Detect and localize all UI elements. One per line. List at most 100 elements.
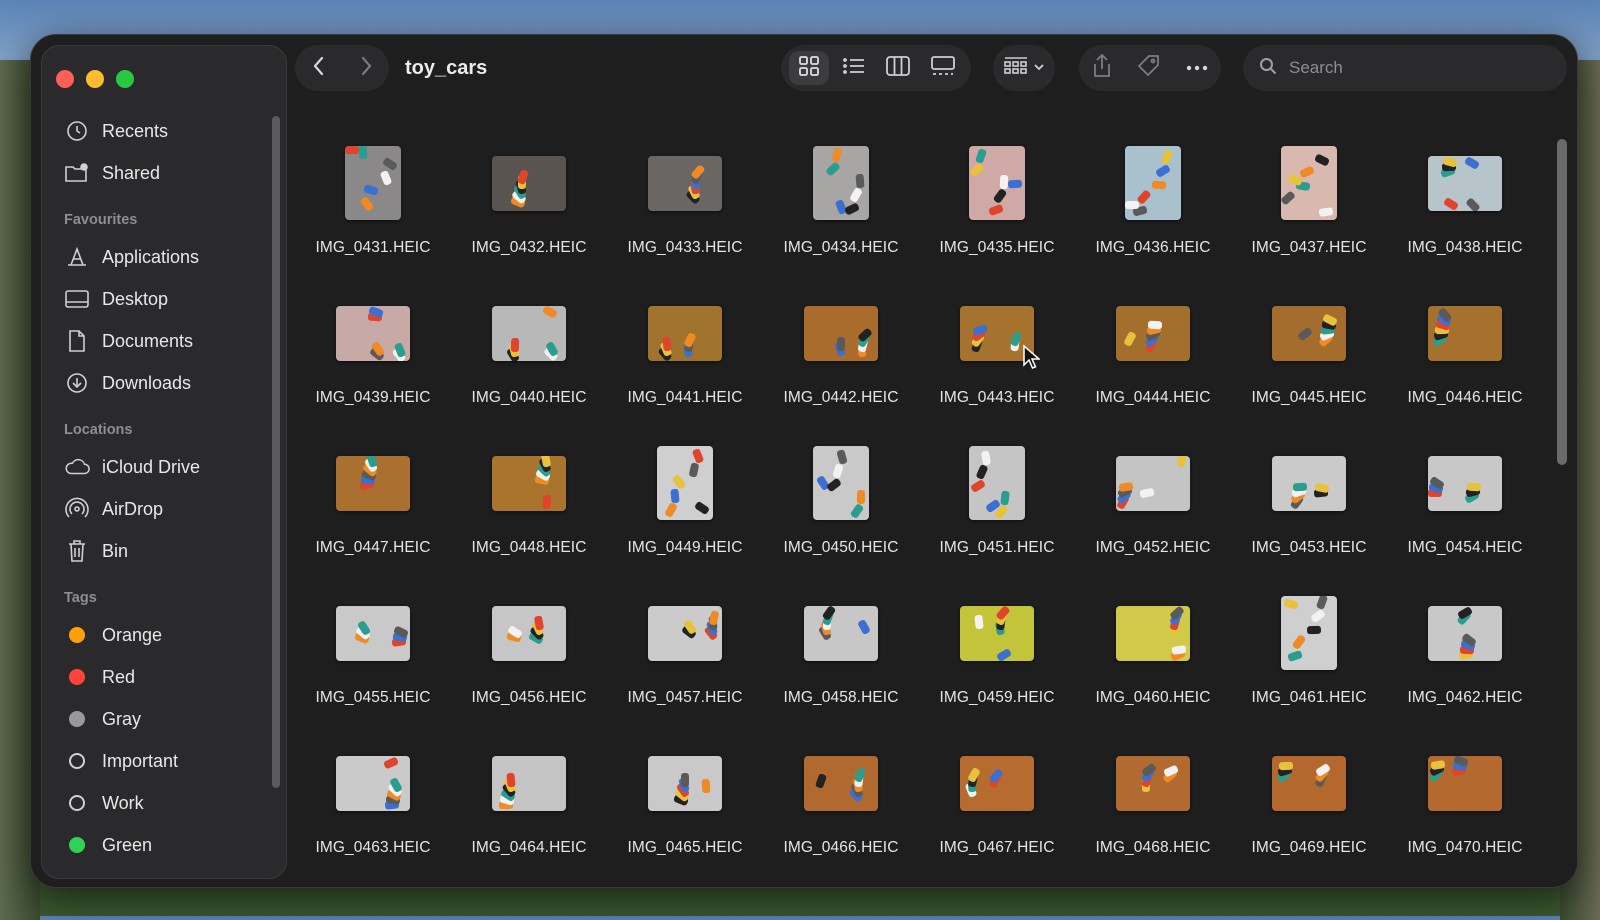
- zoom-window-button[interactable]: [116, 70, 134, 88]
- group-by-button[interactable]: [993, 45, 1055, 91]
- sidebar-item-airdrop[interactable]: AirDrop: [64, 488, 264, 530]
- search-field[interactable]: [1243, 45, 1567, 91]
- tag-icon[interactable]: [1136, 53, 1162, 84]
- file-item[interactable]: IMG_0431.HEIC: [295, 125, 451, 275]
- list-view-button[interactable]: [834, 51, 874, 85]
- file-item[interactable]: IMG_0432.HEIC: [451, 125, 607, 275]
- sidebar-tag-work[interactable]: Work: [64, 782, 264, 824]
- image-thumbnail[interactable]: [492, 755, 566, 811]
- sidebar-tag-green[interactable]: Green: [64, 824, 264, 866]
- more-icon[interactable]: [1185, 59, 1209, 77]
- file-item[interactable]: IMG_0441.HEIC: [607, 275, 763, 425]
- sidebar-item-recents[interactable]: Recents: [64, 110, 264, 152]
- sidebar-item-desktop[interactable]: Desktop: [64, 278, 264, 320]
- file-item[interactable]: IMG_0439.HEIC: [295, 275, 451, 425]
- file-item[interactable]: IMG_0463.HEIC: [295, 725, 451, 875]
- file-item[interactable]: IMG_0469.HEIC: [1231, 725, 1387, 875]
- image-thumbnail[interactable]: [813, 446, 869, 520]
- file-item[interactable]: IMG_0434.HEIC: [763, 125, 919, 275]
- file-item[interactable]: IMG_0456.HEIC: [451, 575, 607, 725]
- file-item[interactable]: IMG_0433.HEIC: [607, 125, 763, 275]
- file-item[interactable]: IMG_0467.HEIC: [919, 725, 1075, 875]
- file-item[interactable]: IMG_0440.HEIC: [451, 275, 607, 425]
- image-thumbnail[interactable]: [657, 446, 713, 520]
- file-item[interactable]: IMG_0438.HEIC: [1387, 125, 1543, 275]
- file-item[interactable]: IMG_0444.HEIC: [1075, 275, 1231, 425]
- icon-view-button[interactable]: [789, 51, 830, 85]
- file-item[interactable]: IMG_0452.HEIC: [1075, 425, 1231, 575]
- file-item[interactable]: IMG_0450.HEIC: [763, 425, 919, 575]
- sidebar-item-downloads[interactable]: Downloads: [64, 362, 264, 404]
- image-thumbnail[interactable]: [1116, 605, 1190, 661]
- image-thumbnail[interactable]: [345, 146, 401, 220]
- image-thumbnail[interactable]: [1428, 755, 1502, 811]
- sidebar-item-icloud-drive[interactable]: iCloud Drive: [64, 446, 264, 488]
- image-thumbnail[interactable]: [1281, 146, 1337, 220]
- file-item[interactable]: IMG_0465.HEIC: [607, 725, 763, 875]
- file-item[interactable]: IMG_0453.HEIC: [1231, 425, 1387, 575]
- file-item[interactable]: IMG_0461.HEIC: [1231, 575, 1387, 725]
- file-item[interactable]: IMG_0448.HEIC: [451, 425, 607, 575]
- file-item[interactable]: IMG_0462.HEIC: [1387, 575, 1543, 725]
- sidebar-item-documents[interactable]: Documents: [64, 320, 264, 362]
- file-item[interactable]: IMG_0446.HEIC: [1387, 275, 1543, 425]
- share-icon[interactable]: [1091, 53, 1113, 84]
- image-thumbnail[interactable]: [492, 605, 566, 661]
- file-item[interactable]: IMG_0445.HEIC: [1231, 275, 1387, 425]
- file-item[interactable]: IMG_0455.HEIC: [295, 575, 451, 725]
- image-thumbnail[interactable]: [804, 755, 878, 811]
- file-item[interactable]: IMG_0458.HEIC: [763, 575, 919, 725]
- sidebar-tag-orange[interactable]: Orange: [64, 614, 264, 656]
- file-item[interactable]: IMG_0454.HEIC: [1387, 425, 1543, 575]
- sidebar-tag-red[interactable]: Red: [64, 656, 264, 698]
- image-thumbnail[interactable]: [1272, 455, 1346, 511]
- minimize-window-button[interactable]: [86, 70, 104, 88]
- sidebar-tag-gray[interactable]: Gray: [64, 698, 264, 740]
- sidebar-item-bin[interactable]: Bin: [64, 530, 264, 572]
- image-thumbnail[interactable]: [492, 455, 566, 511]
- image-thumbnail[interactable]: [960, 605, 1034, 661]
- image-thumbnail[interactable]: [1272, 305, 1346, 361]
- column-view-button[interactable]: [878, 51, 918, 85]
- file-item[interactable]: IMG_0449.HEIC: [607, 425, 763, 575]
- file-item[interactable]: IMG_0466.HEIC: [763, 725, 919, 875]
- main-scrollbar[interactable]: [1557, 139, 1567, 465]
- image-thumbnail[interactable]: [336, 305, 410, 361]
- sidebar-item-shared[interactable]: Shared: [64, 152, 264, 194]
- sidebar-item-applications[interactable]: Applications: [64, 236, 264, 278]
- image-thumbnail[interactable]: [969, 446, 1025, 520]
- file-item[interactable]: IMG_0442.HEIC: [763, 275, 919, 425]
- gallery-view-button[interactable]: [923, 51, 963, 85]
- image-thumbnail[interactable]: [960, 755, 1034, 811]
- image-thumbnail[interactable]: [1281, 596, 1337, 670]
- file-item[interactable]: IMG_0451.HEIC: [919, 425, 1075, 575]
- file-item[interactable]: IMG_0464.HEIC: [451, 725, 607, 875]
- file-item[interactable]: IMG_0468.HEIC: [1075, 725, 1231, 875]
- file-item[interactable]: IMG_0459.HEIC: [919, 575, 1075, 725]
- image-thumbnail[interactable]: [336, 455, 410, 511]
- image-thumbnail[interactable]: [969, 146, 1025, 220]
- file-item[interactable]: IMG_0447.HEIC: [295, 425, 451, 575]
- image-thumbnail[interactable]: [336, 605, 410, 661]
- image-thumbnail[interactable]: [648, 155, 722, 211]
- image-thumbnail[interactable]: [1116, 305, 1190, 361]
- image-thumbnail[interactable]: [648, 755, 722, 811]
- search-input[interactable]: [1287, 57, 1541, 79]
- file-item[interactable]: IMG_0436.HEIC: [1075, 125, 1231, 275]
- image-thumbnail[interactable]: [492, 155, 566, 211]
- image-thumbnail[interactable]: [1116, 455, 1190, 511]
- image-thumbnail[interactable]: [1272, 755, 1346, 811]
- image-thumbnail[interactable]: [1428, 455, 1502, 511]
- file-item[interactable]: IMG_0470.HEIC: [1387, 725, 1543, 875]
- close-window-button[interactable]: [56, 70, 74, 88]
- sidebar-scrollbar[interactable]: [272, 116, 280, 788]
- file-item[interactable]: IMG_0457.HEIC: [607, 575, 763, 725]
- file-item[interactable]: IMG_0460.HEIC: [1075, 575, 1231, 725]
- image-thumbnail[interactable]: [336, 755, 410, 811]
- image-thumbnail[interactable]: [804, 305, 878, 361]
- file-item[interactable]: IMG_0443.HEIC: [919, 275, 1075, 425]
- image-thumbnail[interactable]: [648, 605, 722, 661]
- image-thumbnail[interactable]: [813, 146, 869, 220]
- image-thumbnail[interactable]: [1428, 605, 1502, 661]
- image-thumbnail[interactable]: [1428, 155, 1502, 211]
